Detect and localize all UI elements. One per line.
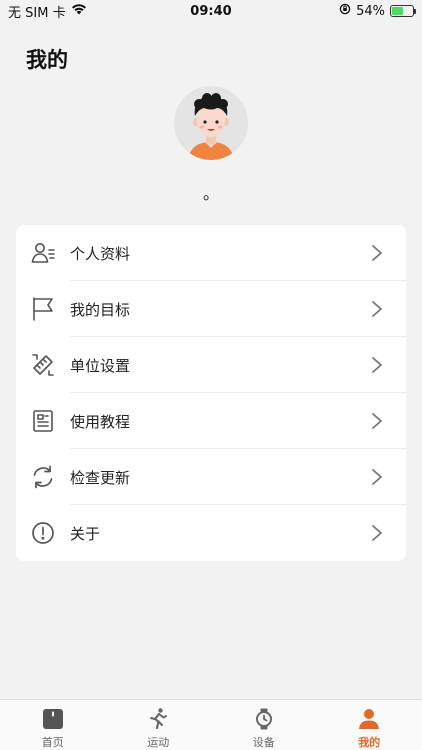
watch-icon [255, 708, 272, 730]
menu-item-check-update[interactable]: 检查更新 [16, 449, 406, 505]
ruler-pencil-icon [30, 352, 56, 378]
profile-icon [30, 240, 56, 266]
battery-icon [390, 5, 416, 17]
menu-item-tutorial[interactable]: 使用教程 [16, 393, 406, 449]
menu-item-goals[interactable]: 我的目标 [16, 281, 406, 337]
page-title: 我的 [26, 48, 68, 72]
avatar-illustration [188, 93, 234, 160]
person-icon [359, 709, 380, 729]
menu-item-profile[interactable]: 个人资料 [16, 225, 406, 281]
battery-fill [392, 7, 403, 15]
chevron-right-icon [366, 522, 388, 544]
menu-label: 关于 [70, 524, 101, 543]
battery-percent: 54% [356, 3, 385, 19]
menu-label: 使用教程 [70, 412, 131, 431]
status-bar: 无 SIM 卡 09:40 54% [0, 0, 422, 22]
refresh-icon [30, 464, 56, 490]
tab-label: 设备 [252, 736, 275, 749]
tab-sport[interactable]: 运动 [106, 700, 212, 750]
menu-item-units[interactable]: 单位设置 [16, 337, 406, 393]
tab-device[interactable]: 设备 [211, 700, 317, 750]
tab-home[interactable]: 首页 [0, 700, 106, 750]
menu-item-about[interactable]: 关于 [16, 505, 406, 561]
tab-label: 运动 [147, 736, 170, 749]
menu-label: 检查更新 [70, 468, 131, 487]
settings-menu: 个人资料 我的目标 单位设置 使用教程 检查更新 关于 [16, 225, 406, 561]
tab-label: 我的 [358, 736, 381, 749]
chevron-right-icon [366, 242, 388, 264]
tab-label: 首页 [41, 736, 64, 749]
document-icon [30, 408, 56, 434]
tab-bar: 首页 运动 设备 我的 [0, 699, 422, 750]
chevron-right-icon [366, 298, 388, 320]
avatar[interactable] [174, 86, 248, 160]
flag-icon [30, 296, 56, 322]
wifi-icon [71, 3, 87, 19]
chevron-right-icon [366, 466, 388, 488]
run-icon [150, 708, 168, 730]
menu-label: 我的目标 [70, 300, 131, 319]
chevron-right-icon [366, 410, 388, 432]
info-icon [30, 520, 56, 546]
home-icon [42, 709, 63, 729]
orientation-lock-icon [339, 3, 351, 19]
carrier-text: 无 SIM 卡 [8, 5, 66, 21]
chevron-right-icon [366, 354, 388, 376]
nickname: 。 [202, 184, 219, 203]
tab-mine[interactable]: 我的 [317, 700, 422, 750]
menu-label: 个人资料 [70, 244, 131, 263]
menu-label: 单位设置 [70, 356, 131, 375]
